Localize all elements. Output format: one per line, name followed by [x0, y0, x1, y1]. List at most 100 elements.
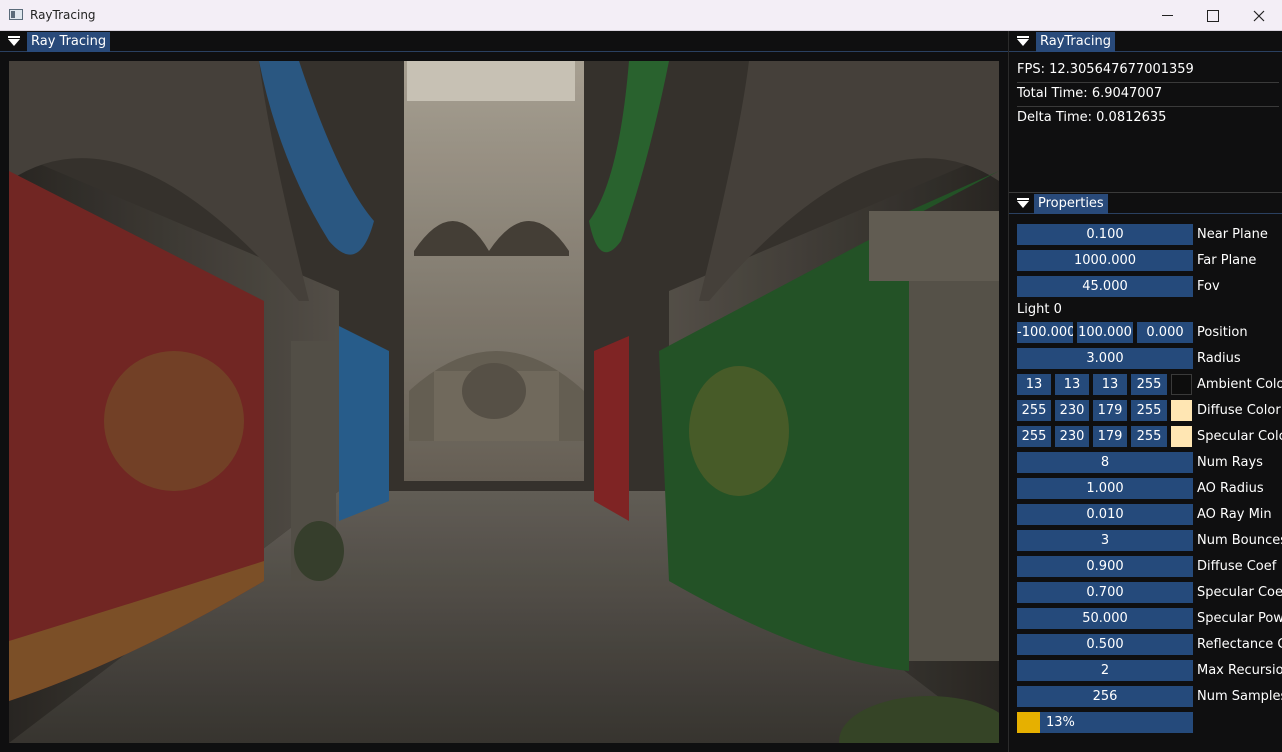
radius-row: 3.000 Radius	[1017, 348, 1282, 370]
ao-radius-row: 1.000 AO Radius	[1017, 478, 1282, 500]
near-plane-row: 0.100 Near Plane	[1017, 224, 1282, 246]
position-y-field[interactable]: 100.000	[1077, 322, 1133, 343]
ambient-color-row: 13 13 13 255 Ambient Colo	[1017, 374, 1282, 396]
fov-label: Fov	[1197, 279, 1220, 294]
specular-power-field[interactable]: 50.000	[1017, 608, 1193, 629]
diffuse-coef-label: Diffuse Coef	[1197, 559, 1277, 574]
ambient-r-field[interactable]: 13	[1017, 374, 1051, 395]
ao-ray-min-label: AO Ray Min	[1197, 507, 1272, 522]
diffuse-r-field[interactable]: 255	[1017, 400, 1051, 421]
specular-coef-label: Specular Coef	[1197, 585, 1282, 600]
minimize-button[interactable]	[1144, 0, 1190, 31]
window-title: RayTracing	[30, 8, 96, 22]
panel-header: Properties	[1009, 193, 1282, 214]
specular-b-field[interactable]: 179	[1093, 426, 1127, 447]
light-0-header: Light 0	[1017, 302, 1062, 317]
specular-g-field[interactable]: 230	[1055, 426, 1089, 447]
specular-coef-row: 0.700 Specular Coef	[1017, 582, 1282, 604]
fov-field[interactable]: 45.000	[1017, 276, 1193, 297]
diffuse-coef-row: 0.900 Diffuse Coef	[1017, 556, 1282, 578]
specular-color-row: 255 230 179 255 Specular Colc	[1017, 426, 1282, 448]
close-button[interactable]	[1236, 0, 1282, 31]
diffuse-color-label: Diffuse Color	[1197, 403, 1281, 418]
specular-power-row: 50.000 Specular Pow	[1017, 608, 1282, 630]
num-samples-row: 256 Num Samples	[1017, 686, 1282, 708]
close-icon	[1253, 10, 1265, 21]
diffuse-g-field[interactable]: 230	[1055, 400, 1089, 421]
maximize-button[interactable]	[1190, 0, 1236, 31]
max-recursion-row: 2 Max Recursio	[1017, 660, 1282, 682]
properties-panel: Properties 0.100 Near Plane 1000.000 Far…	[1009, 193, 1282, 752]
collapse-triangle-icon[interactable]	[8, 36, 20, 46]
position-z-field[interactable]: 0.000	[1137, 322, 1193, 343]
max-recursion-label: Max Recursio	[1197, 663, 1282, 678]
minimize-icon	[1161, 15, 1173, 16]
reflectance-field[interactable]: 0.500	[1017, 634, 1193, 655]
specular-power-label: Specular Pow	[1197, 611, 1282, 626]
fps-text: FPS: 12.305647677001359	[1017, 62, 1194, 77]
specular-r-field[interactable]: 255	[1017, 426, 1051, 447]
diffuse-b-field[interactable]: 179	[1093, 400, 1127, 421]
ambient-b-field[interactable]: 13	[1093, 374, 1127, 395]
ao-ray-min-field[interactable]: 0.010	[1017, 504, 1193, 525]
ambient-g-field[interactable]: 13	[1055, 374, 1089, 395]
radius-field[interactable]: 3.000	[1017, 348, 1193, 369]
diffuse-color-row: 255 230 179 255 Diffuse Color	[1017, 400, 1282, 422]
collapse-triangle-icon[interactable]	[1017, 36, 1029, 46]
position-x-field[interactable]: -100.000	[1017, 322, 1073, 343]
num-bounces-field[interactable]: 3	[1017, 530, 1193, 551]
num-bounces-label: Num Bounces	[1197, 533, 1282, 548]
far-plane-label: Far Plane	[1197, 253, 1257, 268]
light-header-row: Light 0	[1017, 299, 1282, 321]
num-rays-field[interactable]: 8	[1017, 452, 1193, 473]
stats-panel: RayTracing FPS: 12.305647677001359 Total…	[1009, 31, 1282, 193]
tab-ray-tracing[interactable]: Ray Tracing	[27, 32, 111, 52]
ambient-color-label: Ambient Colo	[1197, 377, 1282, 392]
render-progress-bar: 13%	[1017, 712, 1193, 733]
diffuse-a-field[interactable]: 255	[1131, 400, 1167, 421]
reflectance-label: Reflectance C	[1197, 637, 1282, 652]
near-plane-label: Near Plane	[1197, 227, 1268, 242]
far-plane-field[interactable]: 1000.000	[1017, 250, 1193, 271]
ao-ray-min-row: 0.010 AO Ray Min	[1017, 504, 1282, 526]
maximize-icon	[1207, 9, 1219, 22]
num-rays-row: 8 Num Rays	[1017, 452, 1282, 474]
tab-properties[interactable]: Properties	[1034, 194, 1108, 214]
ao-radius-field[interactable]: 1.000	[1017, 478, 1193, 499]
ao-radius-label: AO Radius	[1197, 481, 1264, 496]
near-plane-field[interactable]: 0.100	[1017, 224, 1193, 245]
position-row: -100.000 100.000 0.000 Position	[1017, 322, 1282, 344]
specular-coef-field[interactable]: 0.700	[1017, 582, 1193, 603]
render-viewport[interactable]	[9, 61, 999, 743]
rendered-scene-image	[9, 61, 999, 743]
position-label: Position	[1197, 325, 1248, 340]
collapse-triangle-icon[interactable]	[1017, 198, 1029, 208]
num-rays-label: Num Rays	[1197, 455, 1263, 470]
delta-time-text: Delta Time: 0.0812635	[1017, 110, 1167, 125]
num-samples-field[interactable]: 256	[1017, 686, 1193, 707]
progress-row: 13%	[1017, 712, 1282, 734]
radius-label: Radius	[1197, 351, 1241, 366]
ambient-a-field[interactable]: 255	[1131, 374, 1167, 395]
specular-color-label: Specular Colc	[1197, 429, 1282, 444]
progress-fill	[1017, 712, 1040, 733]
far-plane-row: 1000.000 Far Plane	[1017, 250, 1282, 272]
specular-a-field[interactable]: 255	[1131, 426, 1167, 447]
separator	[1017, 82, 1279, 83]
ambient-color-swatch[interactable]	[1171, 374, 1192, 395]
tab-raytracing-stats[interactable]: RayTracing	[1036, 32, 1115, 52]
max-recursion-field[interactable]: 2	[1017, 660, 1193, 681]
total-time-text: Total Time: 6.9047007	[1017, 86, 1163, 101]
diffuse-color-swatch[interactable]	[1171, 400, 1192, 421]
panel-header: RayTracing	[1009, 31, 1282, 52]
panel-header: Ray Tracing	[0, 31, 1008, 52]
separator	[1017, 106, 1279, 107]
specular-color-swatch[interactable]	[1171, 426, 1192, 447]
window-titlebar: RayTracing	[0, 0, 1282, 31]
reflectance-row: 0.500 Reflectance C	[1017, 634, 1282, 656]
num-bounces-row: 3 Num Bounces	[1017, 530, 1282, 552]
fov-row: 45.000 Fov	[1017, 276, 1282, 298]
raytracing-viewport-panel: Ray Tracing	[0, 31, 1009, 752]
diffuse-coef-field[interactable]: 0.900	[1017, 556, 1193, 577]
app-icon	[9, 9, 23, 20]
